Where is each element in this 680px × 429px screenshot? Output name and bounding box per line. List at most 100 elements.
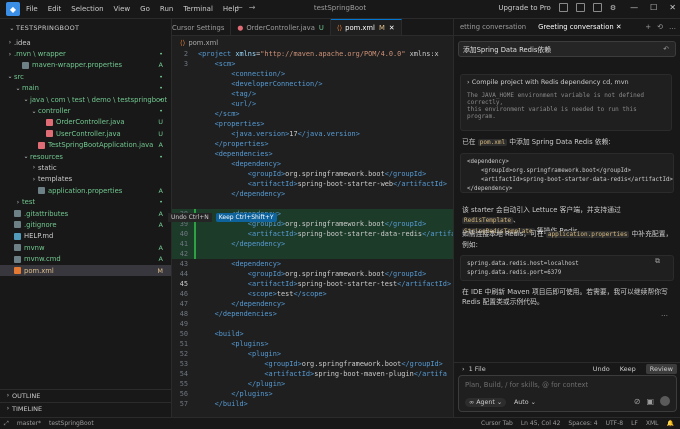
menu-file[interactable]: File — [26, 5, 38, 13]
user-message[interactable]: 添加Spring Data Redis依赖 ↶ — [458, 41, 676, 57]
copy-icon[interactable]: ⧉ — [655, 257, 660, 266]
bell-icon[interactable]: 🔔 — [667, 420, 674, 427]
model-select[interactable]: Auto ⌄ — [514, 399, 536, 406]
attach-icon[interactable]: ⊘ — [634, 397, 641, 406]
agent-mode-select[interactable]: ∞ Agent ⌄ — [465, 398, 507, 407]
sidebar-toggle-icon[interactable] — [592, 3, 602, 12]
tree-file[interactable]: mvnw.cmd A — [0, 253, 171, 264]
menu-run[interactable]: Run — [160, 5, 173, 13]
chevron-down-icon: ⌄ — [15, 84, 21, 92]
close-icon[interactable]: ✕ — [616, 23, 622, 31]
inline-undo-button[interactable]: Undo Ctrl+N — [168, 213, 212, 222]
inline-code: application.properties — [545, 231, 630, 238]
tab-pom-xml[interactable]: ⟨⟩ pom.xml M ✕ — [330, 19, 402, 35]
menu-view[interactable]: View — [114, 5, 131, 13]
inline-code: pom.xml — [477, 139, 508, 146]
breadcrumb-file[interactable]: pom.xml — [188, 39, 218, 47]
tree-folder[interactable]: ⌄ main • — [0, 83, 171, 94]
send-icon[interactable] — [660, 396, 670, 406]
git-status: • — [159, 72, 163, 81]
keep-all-button[interactable]: Keep — [620, 365, 636, 373]
tree-file[interactable]: OrderController.java U — [0, 117, 171, 128]
new-chat-icon[interactable]: + — [645, 23, 651, 31]
status-language[interactable]: XML — [646, 420, 659, 427]
upgrade-link[interactable]: Upgrade to Pro — [498, 4, 551, 12]
tree-file[interactable]: application.properties A — [0, 185, 171, 196]
forward-arrow-icon[interactable]: → — [249, 3, 256, 12]
tree-item-label: mvnw.cmd — [24, 255, 61, 264]
remote-icon[interactable]: ⤢ — [4, 420, 9, 428]
terminal-header[interactable]: › Compile project with Redis dependency … — [467, 78, 665, 86]
panel-toggle-icon[interactable] — [575, 3, 585, 12]
tree-file[interactable]: TestSpringBootApplication.java A — [0, 140, 171, 151]
tree-folder[interactable]: › test • — [0, 196, 171, 207]
tree-file[interactable]: maven-wrapper.properties A — [0, 60, 171, 71]
menu-go[interactable]: Go — [140, 5, 150, 13]
back-arrow-icon[interactable]: ← — [236, 3, 243, 12]
chat-tab-greeting[interactable]: Greeting conversation ✕ — [532, 23, 627, 31]
tree-folder[interactable]: › .mvn \ wrapper • — [0, 48, 171, 59]
status-encoding[interactable]: UTF-8 — [606, 420, 624, 427]
tree-file[interactable]: UserController.java U — [0, 128, 171, 139]
timeline-label: TIMELINE — [12, 404, 43, 413]
code-line: </dependency> — [172, 189, 453, 199]
tree-folder[interactable]: › templates — [0, 174, 171, 185]
project-status[interactable]: testSpringBoot — [49, 420, 94, 427]
git-status: A — [158, 61, 163, 70]
tree-file[interactable]: .gitignore A — [0, 219, 171, 230]
layout-toggle-icon[interactable] — [558, 3, 568, 12]
chat-input[interactable]: Plan, Build, / for skills, @ for context… — [458, 375, 677, 412]
image-icon[interactable]: ▣ — [646, 397, 654, 406]
explorer-header[interactable]: ⌄ TESTSPRINGBOOT — [0, 19, 171, 37]
tree-folder[interactable]: ⌄ resources • — [0, 151, 171, 162]
timeline-section[interactable]: › TIMELINE — [0, 402, 172, 414]
tree-file[interactable]: pom.xml M — [0, 264, 171, 277]
tree-folder[interactable]: › .idea — [0, 37, 171, 48]
status-position[interactable]: Ln 45, Col 42 — [521, 420, 561, 427]
close-icon[interactable]: ✕ — [669, 3, 676, 12]
code-text: <project xmlns="http://maven.apache.org/… — [198, 50, 439, 58]
status-cursor-tab[interactable]: Cursor Tab — [481, 420, 513, 427]
tree-item-label: UserController.java — [56, 129, 121, 138]
tree-folder[interactable]: ⌄ controller • — [0, 105, 171, 116]
more-icon[interactable]: … — [661, 310, 668, 318]
chat-tab-previous[interactable]: etting conversation — [454, 23, 532, 31]
maximize-icon[interactable]: ☐ — [650, 3, 657, 12]
status-indent[interactable]: Spaces: 4 — [568, 420, 597, 427]
diff-gutter-mark — [194, 239, 196, 249]
menu-terminal[interactable]: Terminal — [183, 5, 213, 13]
tab-order-controller[interactable]: ● OrderController.java U — [231, 19, 331, 35]
git-branch[interactable]: master* — [17, 420, 41, 427]
tree-folder[interactable]: ⌄ src • — [0, 71, 171, 82]
changed-files[interactable]: 1 File — [469, 365, 486, 373]
outline-section[interactable]: › OUTLINE — [0, 389, 172, 401]
file-tree: › .idea › .mvn \ wrapper • maven-wrapper.prop… — [0, 37, 171, 277]
tree-file[interactable]: .gitattributes A — [0, 208, 171, 219]
line-number: 2 — [183, 50, 188, 58]
history-icon[interactable]: ⟲ — [657, 23, 663, 31]
code-editor[interactable]: 2 <project xmlns="http://maven.apache.org… — [172, 49, 453, 417]
tree-folder[interactable]: ⌄ java \ com \ test \ demo \ testspringbo… — [0, 94, 171, 105]
more-icon[interactable]: … — [669, 23, 676, 31]
code-text: <url/> — [231, 100, 257, 108]
tree-file[interactable]: HELP.md — [0, 231, 171, 242]
chevron-down-icon: ⌄ — [9, 24, 15, 32]
settings-gear-icon[interactable]: ⚙ — [610, 4, 616, 12]
minimize-icon[interactable]: — — [630, 3, 638, 12]
undo-all-button[interactable]: Undo — [593, 365, 610, 373]
chevron-right-icon[interactable]: › — [462, 365, 465, 373]
tree-file[interactable]: mvnw A — [0, 242, 171, 253]
code-line: <dependencies> — [172, 149, 453, 159]
text: 、 — [512, 216, 520, 224]
git-status: A — [158, 186, 163, 195]
restore-icon[interactable]: ↶ — [663, 45, 669, 53]
file-type-icon — [14, 267, 21, 274]
menu-selection[interactable]: Selection — [71, 5, 103, 13]
review-button[interactable]: Review — [645, 363, 677, 374]
status-eol[interactable]: LF — [631, 420, 638, 427]
tab-cursor-settings[interactable]: Cursor Settings — [172, 19, 232, 35]
tree-folder[interactable]: › static — [0, 162, 171, 173]
menu-edit[interactable]: Edit — [48, 5, 62, 13]
inline-keep-button[interactable]: Keep Ctrl+Shift+Y — [215, 213, 277, 222]
close-icon[interactable]: ✕ — [389, 24, 395, 32]
